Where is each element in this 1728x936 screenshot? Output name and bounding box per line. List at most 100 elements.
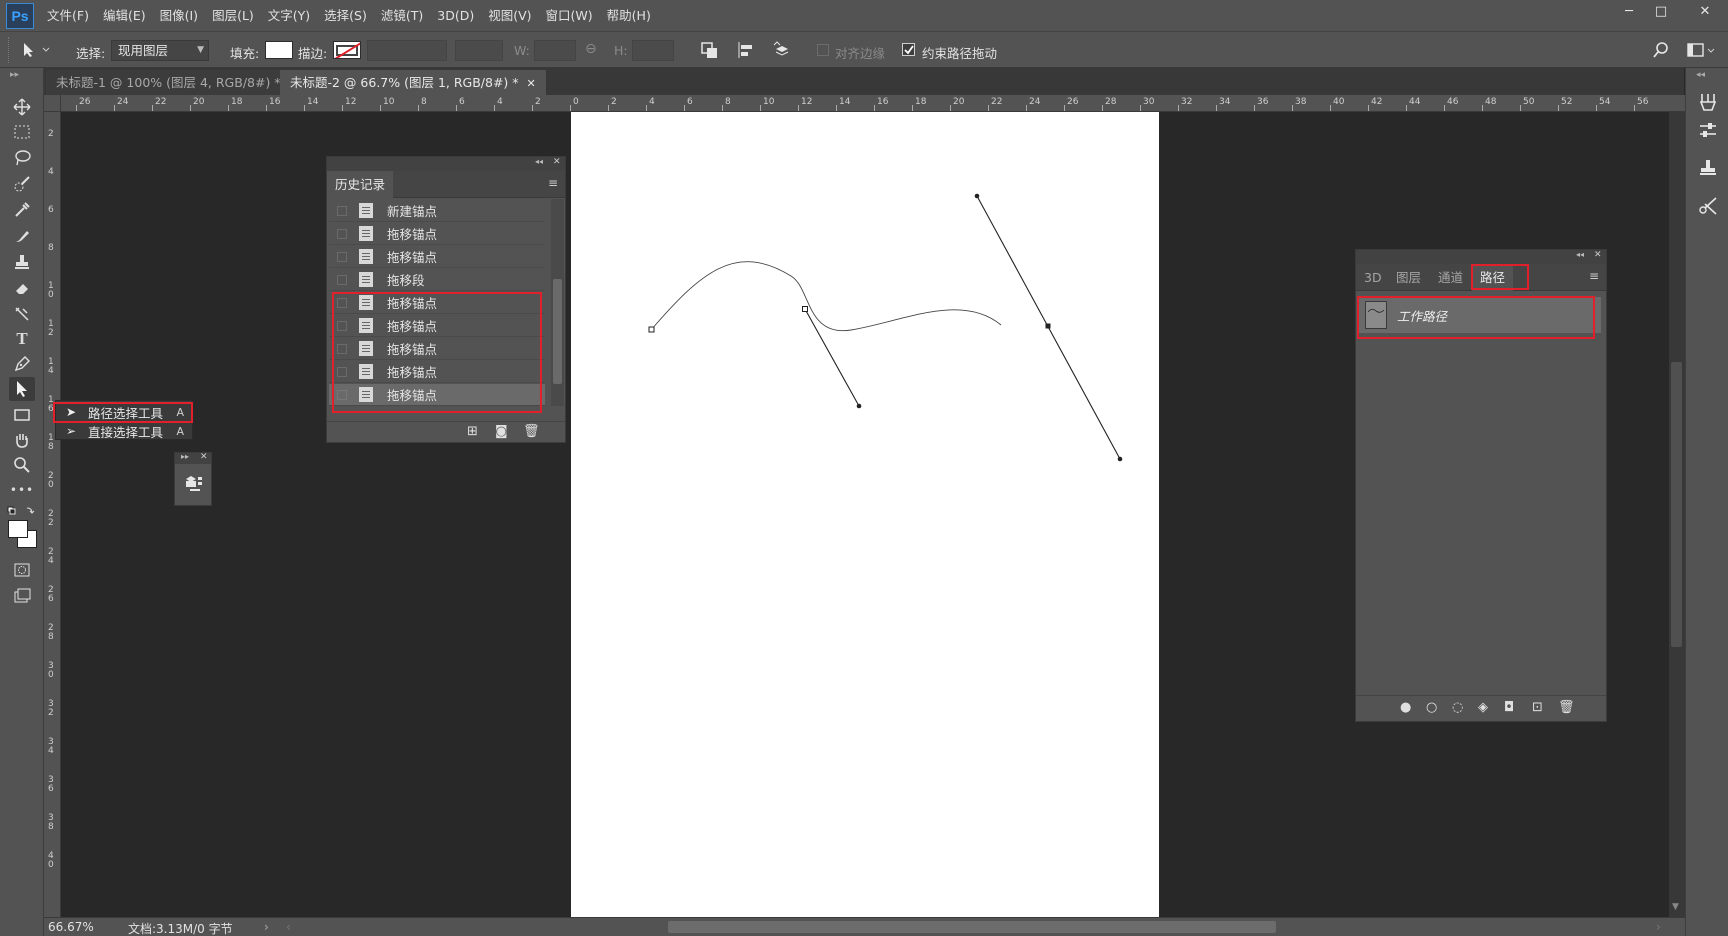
- path-selection-tool-icon[interactable]: [9, 377, 35, 401]
- stroke-type-field[interactable]: [455, 40, 503, 61]
- tool-preset-picker[interactable]: [22, 38, 62, 62]
- clone-source-panel-icon[interactable]: [1694, 156, 1722, 180]
- type-tool-icon[interactable]: T: [9, 327, 35, 351]
- close-icon[interactable]: ✕: [527, 77, 536, 90]
- tab-history[interactable]: 历史记录: [327, 171, 394, 198]
- panel-menu-icon[interactable]: ≡: [1589, 269, 1599, 283]
- tool-presets-panel-icon[interactable]: [1694, 194, 1722, 218]
- lasso-tool-icon[interactable]: [9, 146, 35, 170]
- stroke-swatch[interactable]: [333, 41, 361, 59]
- snapshot-source-checkbox[interactable]: [337, 366, 347, 377]
- snapshot-source-checkbox[interactable]: [337, 320, 347, 331]
- status-menu-arrow-icon[interactable]: ›: [264, 920, 269, 934]
- menu-edit[interactable]: 编辑(E): [96, 0, 153, 31]
- path-selection-tool-option[interactable]: ➤ 路径选择工具 A: [56, 403, 192, 421]
- panel-menu-icon[interactable]: ≡: [548, 176, 558, 190]
- history-item[interactable]: 拖移锚点: [329, 338, 545, 360]
- ruler-origin[interactable]: [44, 95, 61, 112]
- doc-tab-2[interactable]: 未标题-2 @ 66.7% (图层 1, RGB/8#) * ✕: [280, 70, 546, 95]
- collapse-icon[interactable]: ◂◂: [535, 157, 543, 166]
- make-work-path-icon[interactable]: ◈: [1478, 700, 1488, 715]
- path-arrangement-icon[interactable]: [772, 41, 792, 59]
- expand-panels-icon[interactable]: ◂◂: [1696, 70, 1705, 80]
- document-canvas[interactable]: [571, 112, 1159, 917]
- doc-tab-1[interactable]: 未标题-1 @ 100% (图层 4, RGB/8#) *✕: [46, 70, 308, 95]
- history-item[interactable]: 拖移锚点: [329, 361, 545, 383]
- rectangle-tool-icon[interactable]: [9, 403, 35, 427]
- menu-image[interactable]: 图像(I): [153, 0, 205, 31]
- select-dropdown[interactable]: 现用图层 ▼: [111, 40, 209, 61]
- clone-stamp-tool-icon[interactable]: [9, 250, 35, 274]
- menu-help[interactable]: 帮助(H): [600, 0, 658, 31]
- history-scroll-thumb[interactable]: [553, 279, 562, 384]
- history-item[interactable]: 拖移锚点: [329, 292, 545, 314]
- more-tools-icon[interactable]: •••: [9, 478, 35, 502]
- foreground-color-swatch[interactable]: [8, 520, 28, 538]
- gradient-tool-icon[interactable]: [9, 302, 35, 326]
- adjustments-panel-icon[interactable]: [1694, 118, 1722, 142]
- trash-icon[interactable]: 🗑: [523, 424, 540, 439]
- close-icon[interactable]: ✕: [1594, 250, 1602, 260]
- brushes-panel-icon[interactable]: [1694, 90, 1722, 114]
- path-item-work-path[interactable]: 工作路径: [1359, 297, 1601, 333]
- close-window-button[interactable]: ✕: [1690, 0, 1720, 22]
- direct-selection-tool-option[interactable]: ➢ 直接选择工具 A: [56, 422, 192, 440]
- history-item[interactable]: 拖移段: [329, 269, 545, 291]
- zoom-tool-icon[interactable]: [9, 453, 35, 477]
- horizontal-scroll-thumb[interactable]: [668, 921, 1276, 933]
- width-field[interactable]: [534, 40, 576, 61]
- menu-select[interactable]: 选择(S): [317, 0, 374, 31]
- scroll-left-icon[interactable]: ‹: [286, 920, 291, 934]
- height-field[interactable]: [632, 40, 674, 61]
- fill-swatch[interactable]: [265, 41, 293, 59]
- vertical-scroll-thumb[interactable]: [1671, 362, 1682, 647]
- stroke-width-field[interactable]: [367, 40, 447, 61]
- menu-3d[interactable]: 3D(D): [430, 0, 481, 31]
- eyedropper-tool-icon[interactable]: [9, 198, 35, 222]
- new-document-from-state-icon[interactable]: ⊞: [467, 424, 478, 439]
- work-path-drawing[interactable]: [571, 112, 1159, 917]
- history-item[interactable]: 拖移锚点: [329, 246, 545, 268]
- vertical-scrollbar[interactable]: ▼: [1669, 112, 1685, 917]
- expand-icon[interactable]: ▸▸: [181, 452, 189, 461]
- new-path-icon[interactable]: ⊡: [1532, 700, 1543, 715]
- snapshot-source-checkbox[interactable]: [337, 274, 347, 285]
- quick-mask-icon[interactable]: [9, 558, 35, 582]
- workspace-switcher-icon[interactable]: [1686, 41, 1716, 59]
- link-icon[interactable]: ⊖: [585, 41, 597, 57]
- constrain-path-checkbox[interactable]: [902, 43, 915, 56]
- menu-filter[interactable]: 滤镜(T): [374, 0, 430, 31]
- scroll-down-icon[interactable]: ▼: [1672, 902, 1679, 912]
- history-item[interactable]: 拖移锚点: [329, 223, 545, 245]
- healing-brush-tool-icon[interactable]: [9, 224, 35, 248]
- tab-channels[interactable]: 通道: [1430, 264, 1471, 291]
- tab-3d[interactable]: 3D: [1356, 264, 1390, 291]
- snapshot-source-checkbox[interactable]: [337, 228, 347, 239]
- history-item[interactable]: 新建锚点: [329, 200, 545, 222]
- move-tool-icon[interactable]: [9, 95, 35, 119]
- history-item[interactable]: 拖移锚点: [329, 315, 545, 337]
- tab-layers[interactable]: 图层: [1388, 264, 1429, 291]
- menu-file[interactable]: 文件(F): [40, 0, 96, 31]
- snapshot-source-checkbox[interactable]: [337, 343, 347, 354]
- path-alignment-icon[interactable]: [736, 41, 756, 59]
- quick-select-tool-icon[interactable]: [9, 172, 35, 196]
- collapse-icon[interactable]: ◂◂: [1576, 250, 1584, 259]
- snapshot-source-checkbox[interactable]: [337, 205, 347, 216]
- properties-panel-icon[interactable]: [184, 473, 204, 493]
- fill-path-icon[interactable]: ●: [1400, 700, 1411, 715]
- snapshot-source-checkbox[interactable]: [337, 251, 347, 262]
- align-edges-checkbox[interactable]: [817, 44, 829, 56]
- menu-layer[interactable]: 图层(L): [205, 0, 261, 31]
- collapse-toolbar-icon[interactable]: ▸▸: [10, 70, 19, 80]
- snapshot-source-checkbox[interactable]: [337, 297, 347, 308]
- camera-icon[interactable]: ◙: [495, 424, 508, 439]
- eraser-tool-icon[interactable]: [9, 276, 35, 300]
- zoom-level[interactable]: 66.67%: [48, 920, 94, 934]
- close-icon[interactable]: ✕: [553, 157, 561, 167]
- menu-type[interactable]: 文字(Y): [261, 0, 317, 31]
- pen-tool-icon[interactable]: [9, 352, 35, 376]
- search-icon[interactable]: [1652, 41, 1670, 59]
- load-as-selection-icon[interactable]: ◌: [1452, 700, 1463, 715]
- snapshot-source-checkbox[interactable]: [337, 389, 347, 400]
